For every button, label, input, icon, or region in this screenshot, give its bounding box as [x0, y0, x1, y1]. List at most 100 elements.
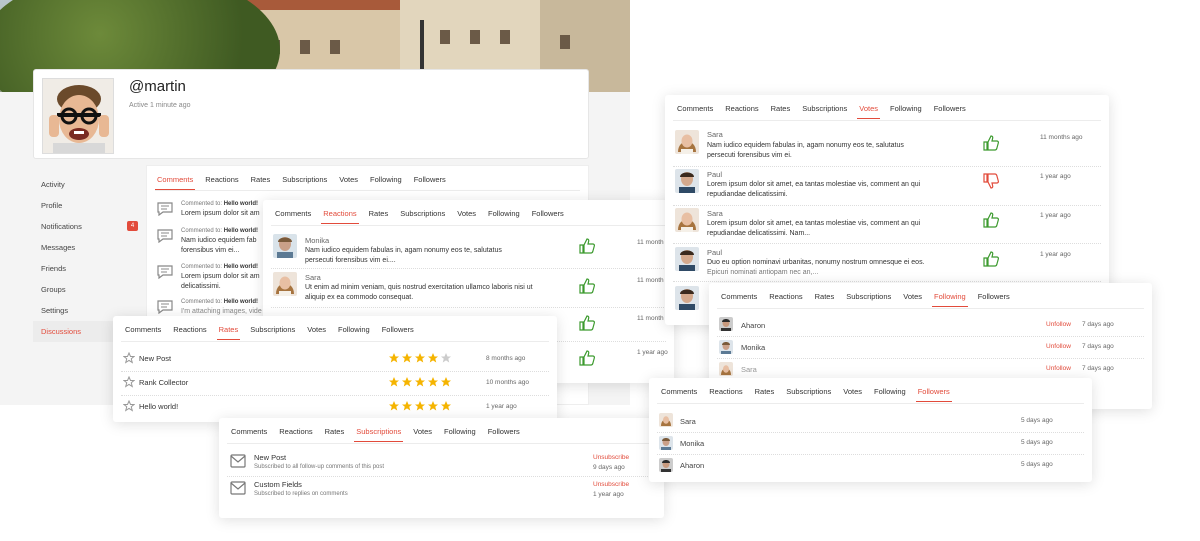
rated-item-title[interactable]: New Post	[139, 354, 171, 363]
tab-followers[interactable]: Followers	[915, 386, 952, 402]
vote-user-name[interactable]: Sara	[707, 209, 723, 218]
avatar[interactable]	[659, 458, 673, 472]
tab-subscriptions[interactable]: Subscriptions	[398, 208, 447, 224]
sidebar-item-groups[interactable]: Groups	[33, 279, 146, 300]
tab-rates[interactable]: Rates	[769, 103, 793, 119]
avatar[interactable]	[273, 272, 297, 296]
tab-votes[interactable]: Votes	[841, 386, 864, 402]
tab-rates[interactable]: Rates	[813, 291, 837, 307]
tab-followers[interactable]: Followers	[932, 103, 968, 119]
avatar[interactable]	[659, 413, 673, 427]
star-icon[interactable]	[414, 376, 426, 388]
avatar[interactable]	[659, 436, 673, 450]
thumbs-up-icon[interactable]	[983, 135, 999, 151]
rated-item-title[interactable]: Rank Collector	[139, 378, 188, 387]
tab-votes[interactable]: Votes	[455, 208, 478, 224]
thumbs-up-icon[interactable]	[579, 315, 595, 331]
tab-rates[interactable]: Rates	[216, 324, 241, 340]
thumbs-up-icon[interactable]	[579, 350, 595, 366]
sidebar-item-profile[interactable]: Profile	[33, 195, 146, 216]
comment-topic-link[interactable]: Hello world!	[224, 264, 258, 270]
tab-comments[interactable]: Comments	[659, 386, 699, 402]
unfollow-button[interactable]: Unfollow	[1046, 365, 1071, 372]
tab-comments[interactable]: Comments	[719, 291, 759, 307]
avatar[interactable]	[675, 286, 699, 310]
comment-topic-link[interactable]: Hello world!	[224, 201, 258, 207]
avatar[interactable]	[675, 169, 699, 193]
tab-reactions[interactable]: Reactions	[707, 386, 744, 402]
comment-topic-link[interactable]: Hello world!	[224, 228, 258, 234]
star-icon[interactable]	[440, 400, 452, 412]
star-icon[interactable]	[414, 352, 426, 364]
reaction-user-name[interactable]: Sara	[305, 273, 321, 282]
tab-comments[interactable]: Comments	[229, 426, 269, 442]
star-icon[interactable]	[401, 352, 413, 364]
tab-reactions[interactable]: Reactions	[203, 174, 240, 190]
rated-item-title[interactable]: Hello world!	[139, 402, 178, 411]
tab-subscriptions[interactable]: Subscriptions	[844, 291, 893, 307]
avatar[interactable]	[42, 78, 114, 154]
tab-followers[interactable]: Followers	[486, 426, 522, 442]
tab-reactions[interactable]: Reactions	[723, 103, 760, 119]
avatar[interactable]	[719, 362, 733, 376]
comment-topic-link[interactable]: Hello world!	[224, 299, 258, 305]
follower-user-name[interactable]: Monika	[680, 439, 704, 448]
vote-user-name[interactable]: Paul	[707, 248, 722, 257]
following-user-name[interactable]: Aharon	[741, 321, 765, 330]
tab-comments[interactable]: Comments	[155, 174, 196, 190]
tab-subscriptions[interactable]: Subscriptions	[354, 426, 404, 442]
subscription-title[interactable]: New Post	[254, 453, 286, 462]
avatar[interactable]	[719, 317, 733, 331]
star-icon[interactable]	[427, 376, 439, 388]
star-icon[interactable]	[440, 376, 452, 388]
tab-reactions[interactable]: Reactions	[171, 324, 208, 340]
tab-comments[interactable]: Comments	[123, 324, 163, 340]
follower-user-name[interactable]: Sara	[680, 417, 696, 426]
tab-subscriptions[interactable]: Subscriptions	[248, 324, 297, 340]
tab-rates[interactable]: Rates	[249, 174, 273, 190]
avatar[interactable]	[675, 130, 699, 154]
tab-following[interactable]: Following	[932, 291, 968, 307]
sidebar-item-notifications[interactable]: Notifications 4	[33, 216, 146, 237]
tab-following[interactable]: Following	[888, 103, 924, 119]
tab-votes[interactable]: Votes	[901, 291, 924, 307]
tab-subscriptions[interactable]: Subscriptions	[784, 386, 833, 402]
star-icon[interactable]	[427, 400, 439, 412]
avatar[interactable]	[675, 208, 699, 232]
vote-user-name[interactable]: Paul	[707, 170, 722, 179]
unsubscribe-button[interactable]: Unsubscribe	[593, 481, 629, 488]
star-icon[interactable]	[427, 352, 439, 364]
vote-user-name[interactable]: Sara	[707, 130, 723, 139]
star-icon[interactable]	[401, 400, 413, 412]
following-user-name[interactable]: Monika	[741, 343, 765, 352]
star-icon[interactable]	[388, 376, 400, 388]
unfollow-button[interactable]: Unfollow	[1046, 343, 1071, 350]
tab-following[interactable]: Following	[336, 324, 372, 340]
tab-votes[interactable]: Votes	[857, 103, 881, 119]
thumbs-down-icon[interactable]	[983, 173, 999, 189]
tab-rates[interactable]: Rates	[753, 386, 777, 402]
tab-followers[interactable]: Followers	[380, 324, 416, 340]
tab-votes[interactable]: Votes	[411, 426, 434, 442]
thumbs-up-icon[interactable]	[579, 238, 595, 254]
tab-reactions[interactable]: Reactions	[321, 208, 359, 224]
tab-rates[interactable]: Rates	[323, 426, 347, 442]
tab-reactions[interactable]: Reactions	[767, 291, 804, 307]
tab-following[interactable]: Following	[442, 426, 478, 442]
avatar[interactable]	[675, 247, 699, 271]
unsubscribe-button[interactable]: Unsubscribe	[593, 454, 629, 461]
tab-reactions[interactable]: Reactions	[277, 426, 314, 442]
tab-subscriptions[interactable]: Subscriptions	[280, 174, 329, 190]
sidebar-item-friends[interactable]: Friends	[33, 258, 146, 279]
sidebar-item-activity[interactable]: Activity	[33, 174, 146, 195]
star-icon[interactable]	[388, 352, 400, 364]
tab-followers[interactable]: Followers	[530, 208, 566, 224]
tab-comments[interactable]: Comments	[273, 208, 313, 224]
unfollow-button[interactable]: Unfollow	[1046, 321, 1071, 328]
follower-user-name[interactable]: Aharon	[680, 461, 704, 470]
tab-rates[interactable]: Rates	[367, 208, 391, 224]
star-icon[interactable]	[440, 352, 452, 364]
reaction-user-name[interactable]: Monika	[305, 236, 329, 245]
star-icon[interactable]	[401, 376, 413, 388]
sidebar-item-messages[interactable]: Messages	[33, 237, 146, 258]
